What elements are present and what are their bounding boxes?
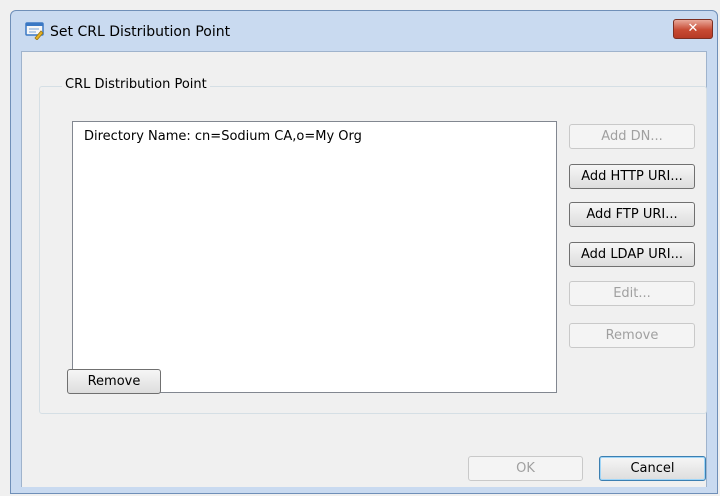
dialog-window: Set CRL Distribution Point ✕ CRL Distrib…	[10, 10, 718, 494]
dialog-title: Set CRL Distribution Point	[50, 24, 231, 40]
distribution-point-list[interactable]: Directory Name: cn=Sodium CA,o=My Org	[72, 121, 557, 393]
certificate-icon	[25, 22, 44, 40]
ok-button[interactable]: OK	[468, 456, 583, 481]
close-button[interactable]: ✕	[673, 19, 713, 39]
group-label: CRL Distribution Point	[62, 77, 210, 92]
add-http-uri-button[interactable]: Add HTTP URI...	[569, 164, 695, 189]
add-dn-button[interactable]: Add DN...	[569, 124, 695, 149]
cancel-button[interactable]: Cancel	[599, 456, 706, 481]
remove-button[interactable]: Remove	[67, 369, 161, 394]
dialog-body: CRL Distribution Point Directory Name: c…	[21, 51, 707, 487]
edit-button[interactable]: Edit...	[569, 281, 695, 306]
title-bar[interactable]: Set CRL Distribution Point ✕	[11, 11, 717, 51]
add-ldap-uri-button[interactable]: Add LDAP URI...	[569, 242, 695, 267]
add-ftp-uri-button[interactable]: Add FTP URI...	[569, 202, 695, 227]
list-item[interactable]: Directory Name: cn=Sodium CA,o=My Org	[84, 129, 362, 144]
close-icon: ✕	[687, 21, 699, 36]
side-remove-button[interactable]: Remove	[569, 323, 695, 348]
